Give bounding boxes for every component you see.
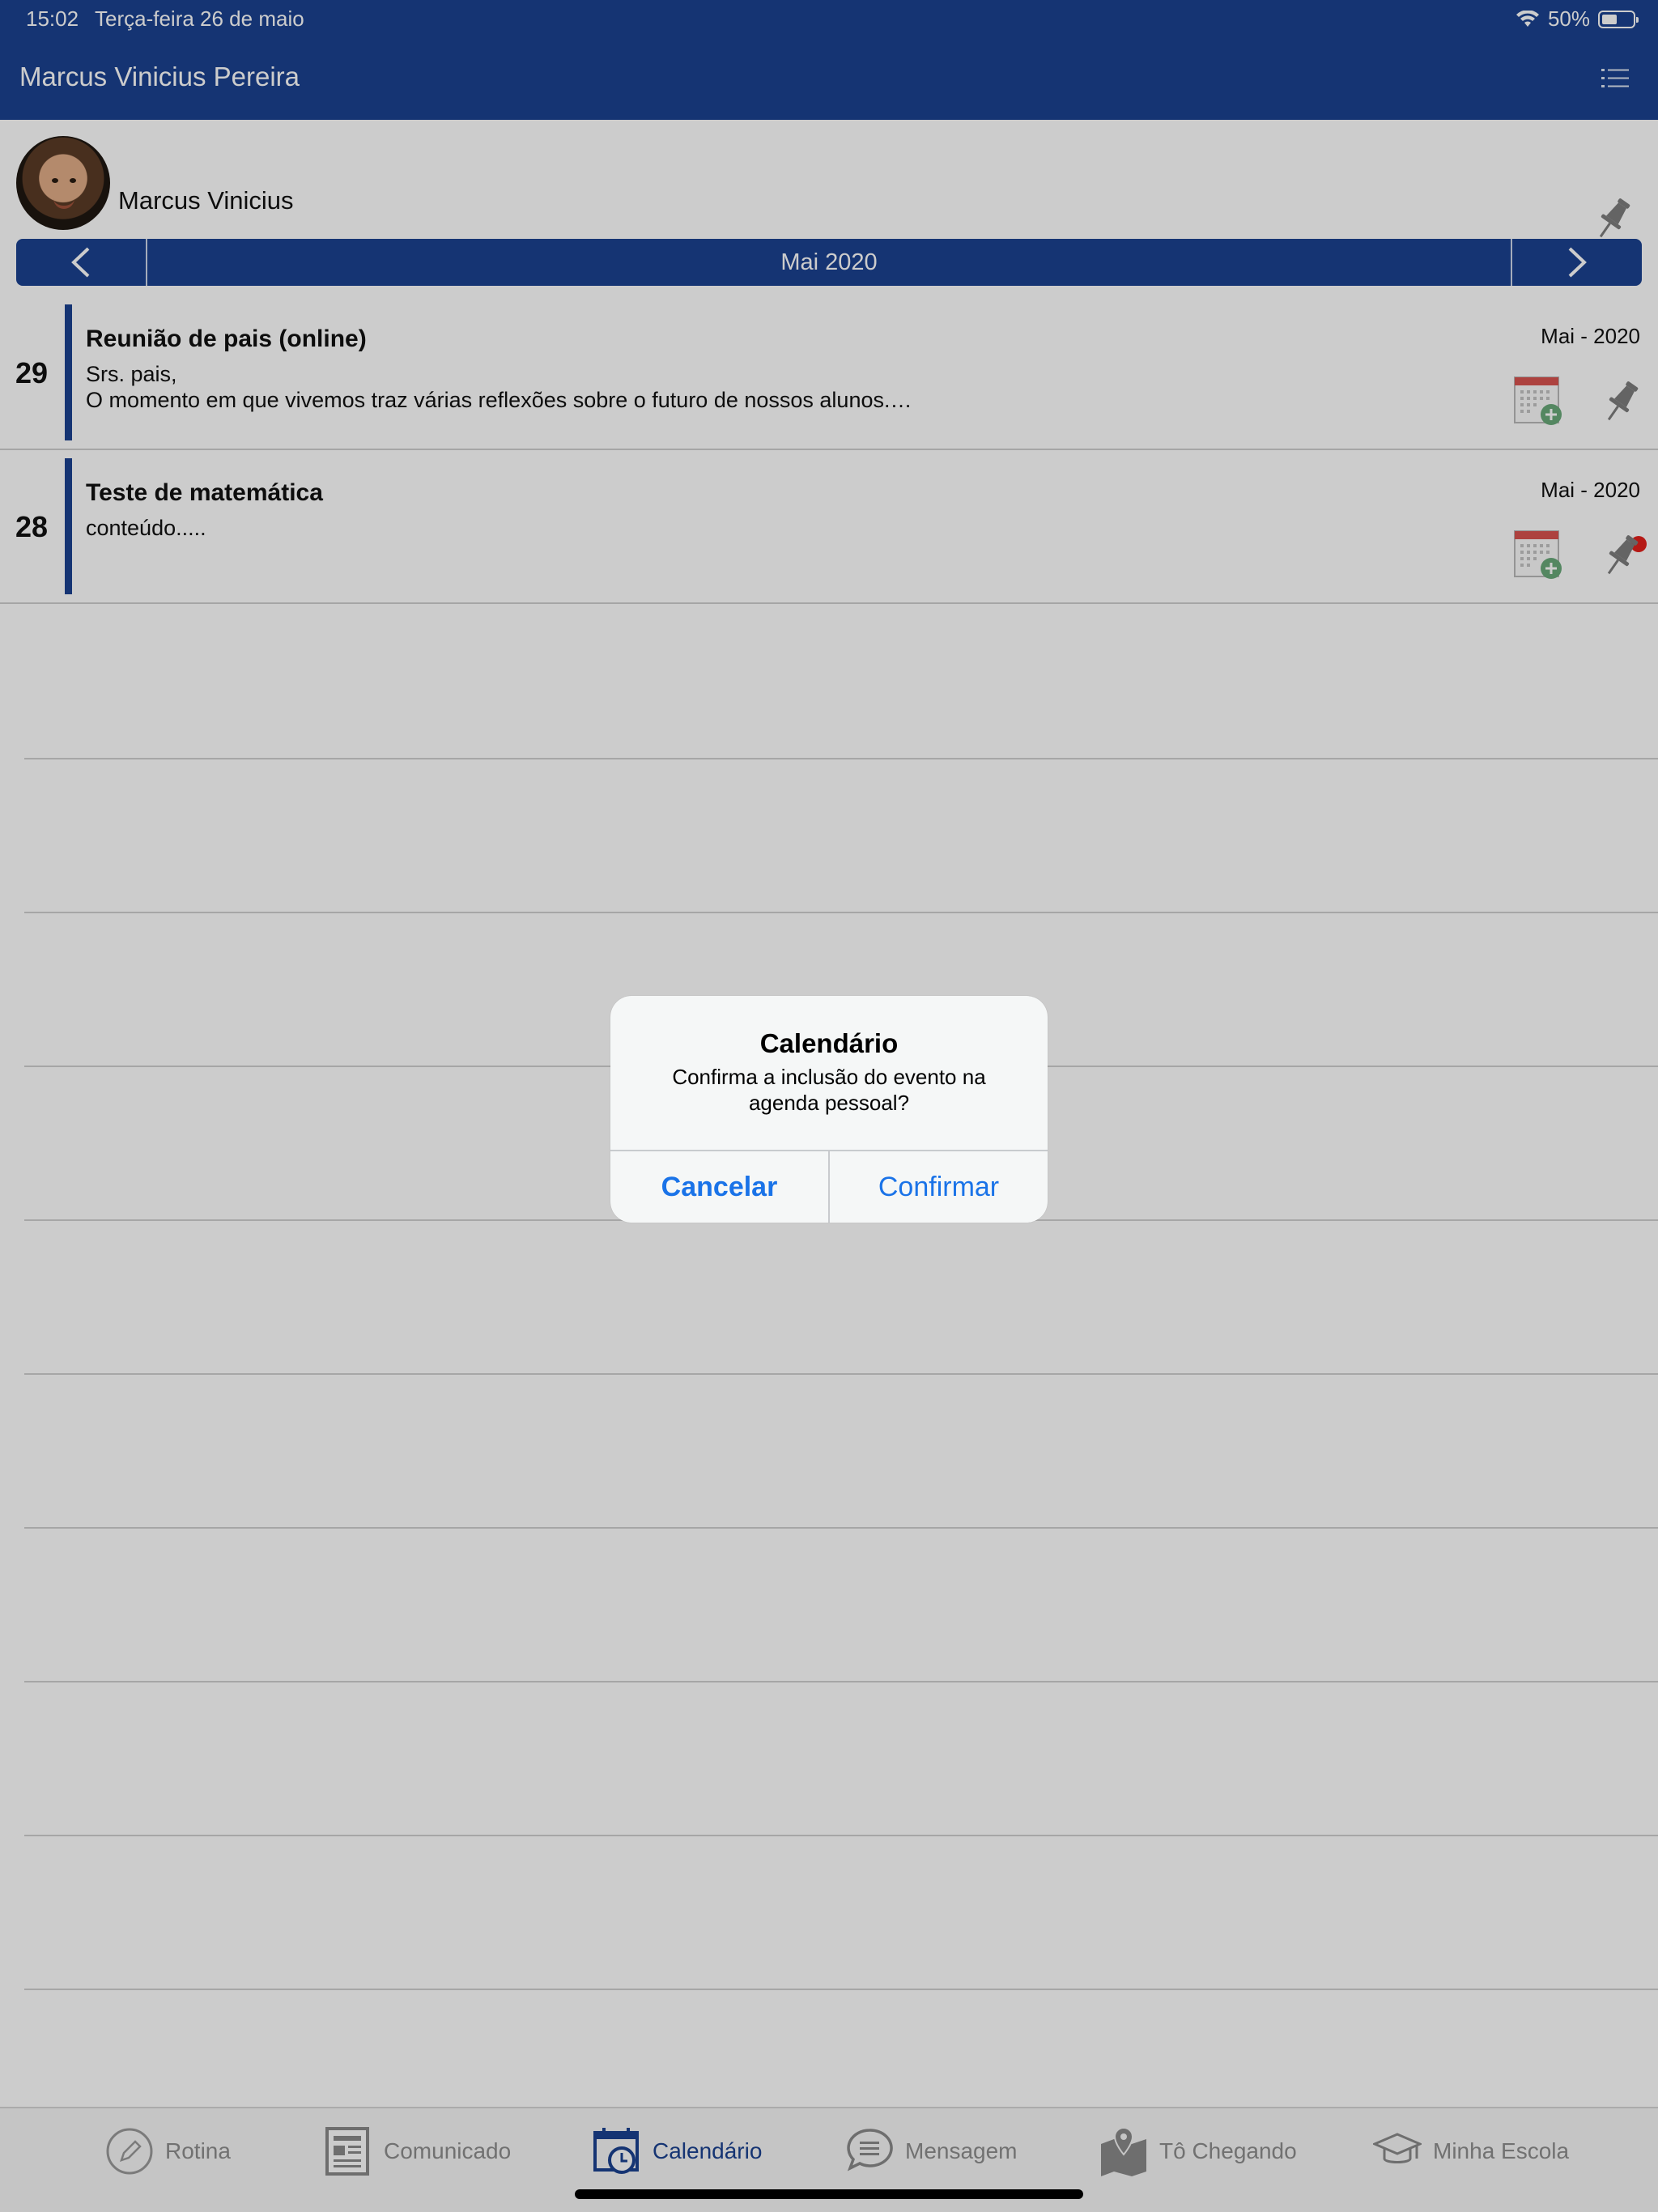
cancel-button[interactable]: Cancelar (610, 1151, 830, 1223)
confirm-button[interactable]: Confirmar (830, 1151, 1048, 1223)
dialog-message: Confirma a inclusão do evento na agenda … (672, 1065, 986, 1115)
dialog-title: Calendário (759, 1028, 899, 1058)
confirm-dialog: Calendário Confirma a inclusão do evento… (610, 996, 1048, 1223)
dialog-buttons: Cancelar Confirmar (610, 1150, 1048, 1223)
home-indicator[interactable] (575, 2189, 1083, 2199)
